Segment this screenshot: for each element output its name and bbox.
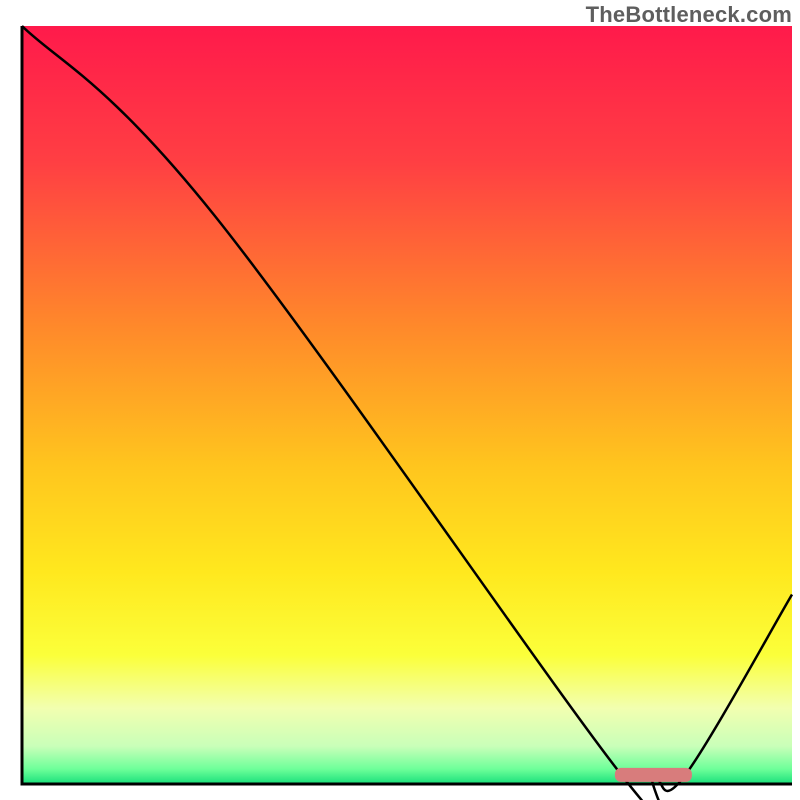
chart-svg (0, 0, 800, 800)
watermark-label: TheBottleneck.com (586, 2, 792, 28)
chart-background (22, 26, 792, 784)
optimal-range-marker (615, 768, 692, 782)
bottleneck-chart: TheBottleneck.com (0, 0, 800, 800)
